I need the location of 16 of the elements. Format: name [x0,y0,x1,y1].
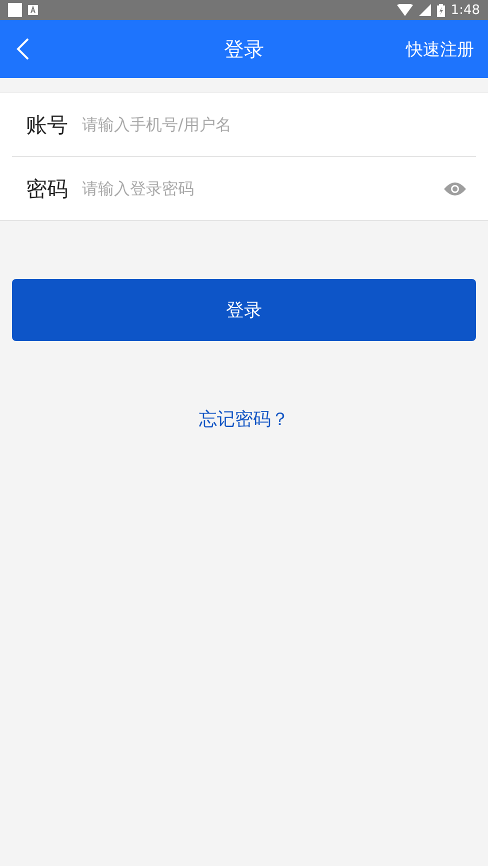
forgot-password-link[interactable]: 忘记密码？ [199,409,289,430]
eye-icon[interactable] [444,182,466,196]
back-button[interactable] [16,38,30,60]
field-label: 密码 [26,176,68,202]
battery-icon [436,4,445,16]
input-field[interactable]: 请输入手机号/用户名 [82,115,462,134]
status-time: 1:48 [450,2,480,18]
register-link[interactable]: 快速注册 [406,38,474,60]
app-notification-icon [28,5,38,15]
notification-icon [8,3,22,17]
page-title: 登录 [224,36,264,62]
field-label: 账号 [26,112,68,138]
login-button[interactable]: 登录 [12,279,476,341]
input-field[interactable]: 请输入登录密码 [82,179,444,198]
signal-icon [418,4,431,16]
wifi-icon [396,4,413,16]
